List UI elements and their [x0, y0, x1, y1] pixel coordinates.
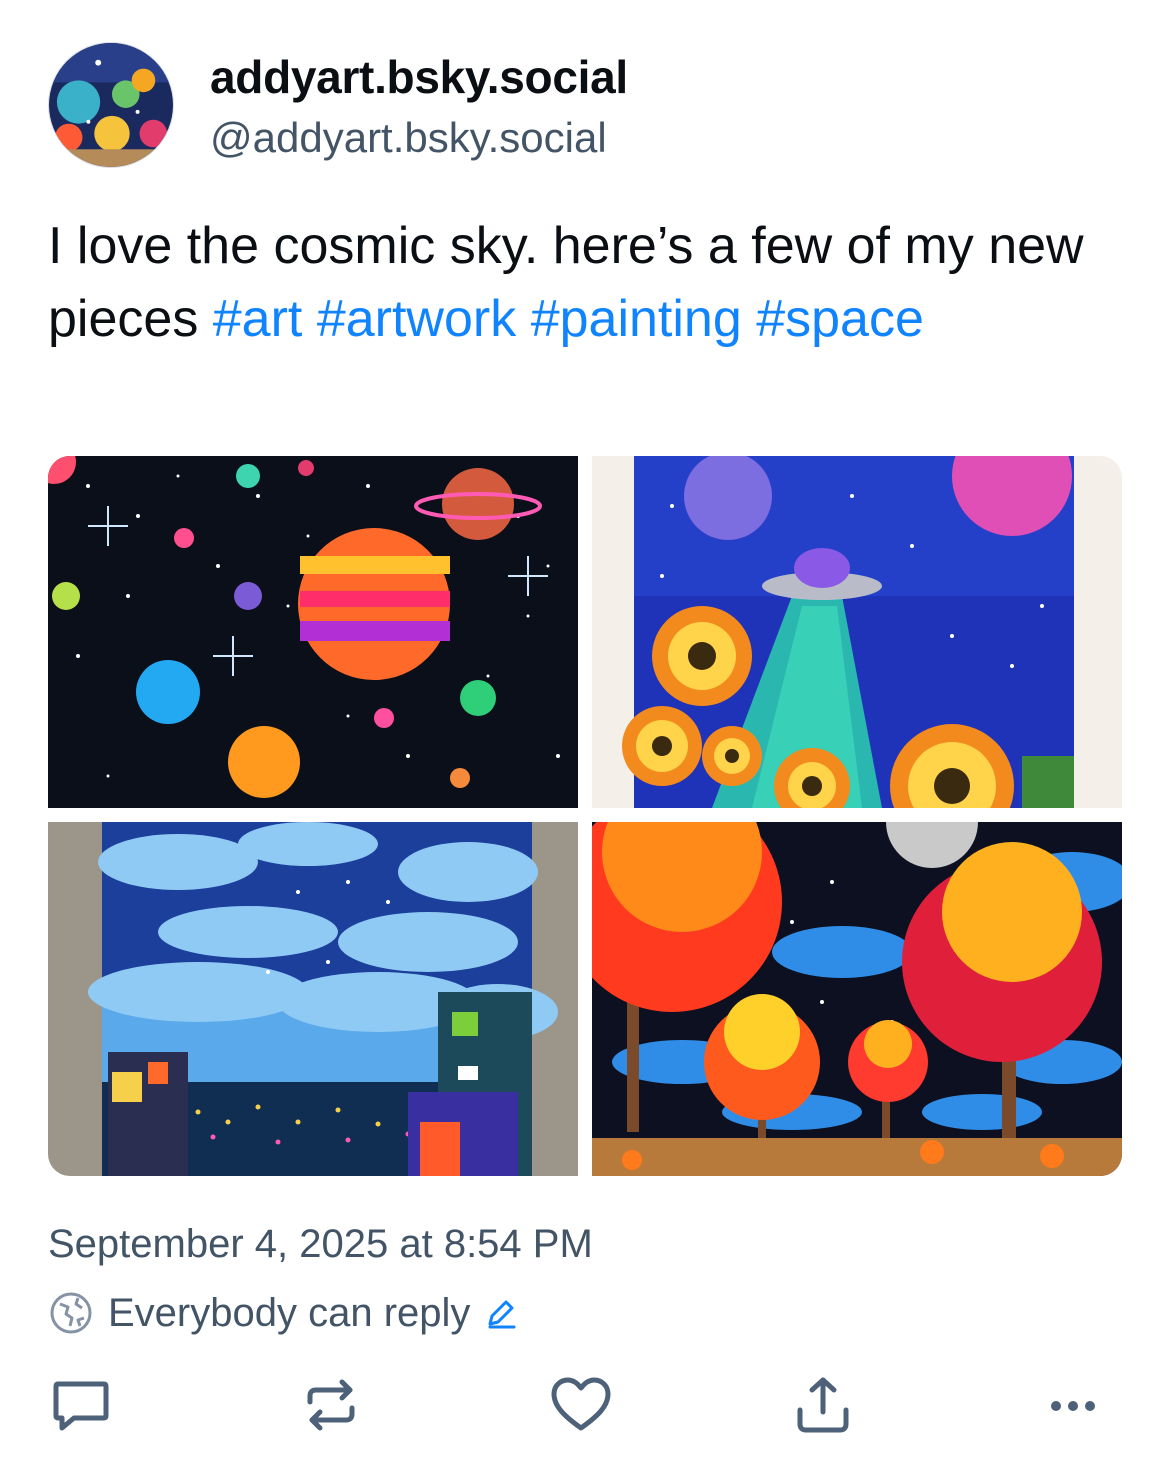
post-card: addyart.bsky.social @addyart.bsky.social…: [0, 0, 1170, 1463]
painting-ufo-sunflowers-image: [592, 456, 1122, 808]
avatar[interactable]: [48, 42, 174, 168]
repost-button[interactable]: [298, 1372, 364, 1438]
reply-setting-label: Everybody can reply: [108, 1290, 471, 1335]
image-planets[interactable]: [48, 456, 578, 808]
globe-icon: [48, 1290, 94, 1336]
image-gallery: [48, 456, 1122, 1176]
hashtag-space[interactable]: #space: [756, 290, 924, 348]
pencil-icon[interactable]: [484, 1296, 518, 1330]
image-ufo-sunflowers[interactable]: [592, 456, 1122, 808]
action-bar: [48, 1372, 1122, 1442]
author-handle[interactable]: @addyart.bsky.social: [210, 114, 607, 162]
hashtag-painting[interactable]: #painting: [531, 290, 742, 348]
hashtag-artwork[interactable]: #artwork: [317, 290, 516, 348]
share-icon: [797, 1377, 849, 1433]
comment-icon: [53, 1381, 109, 1431]
painting-autumn-trees-image: [592, 822, 1122, 1176]
heart-icon: [551, 1377, 611, 1431]
painting-planets-image: [48, 456, 578, 808]
painting-city-clouds-image: [48, 822, 578, 1176]
hashtag-art[interactable]: #art: [213, 290, 303, 348]
reply-setting[interactable]: Everybody can reply: [48, 1286, 518, 1340]
avatar-image: [49, 43, 173, 167]
share-button[interactable]: [790, 1372, 856, 1438]
repost-icon: [307, 1379, 355, 1431]
author-display-name[interactable]: addyart.bsky.social: [210, 50, 628, 104]
post-timestamp: September 4, 2025 at 8:54 PM: [48, 1222, 593, 1266]
reply-button[interactable]: [48, 1372, 114, 1438]
post-text: I love the cosmic sky. here’s a few of m…: [48, 210, 1128, 356]
image-city-clouds[interactable]: [48, 822, 578, 1176]
more-options-button[interactable]: [1040, 1372, 1106, 1438]
like-button[interactable]: [548, 1372, 614, 1438]
more-icon: [1051, 1401, 1095, 1411]
image-autumn-trees[interactable]: [592, 822, 1122, 1176]
